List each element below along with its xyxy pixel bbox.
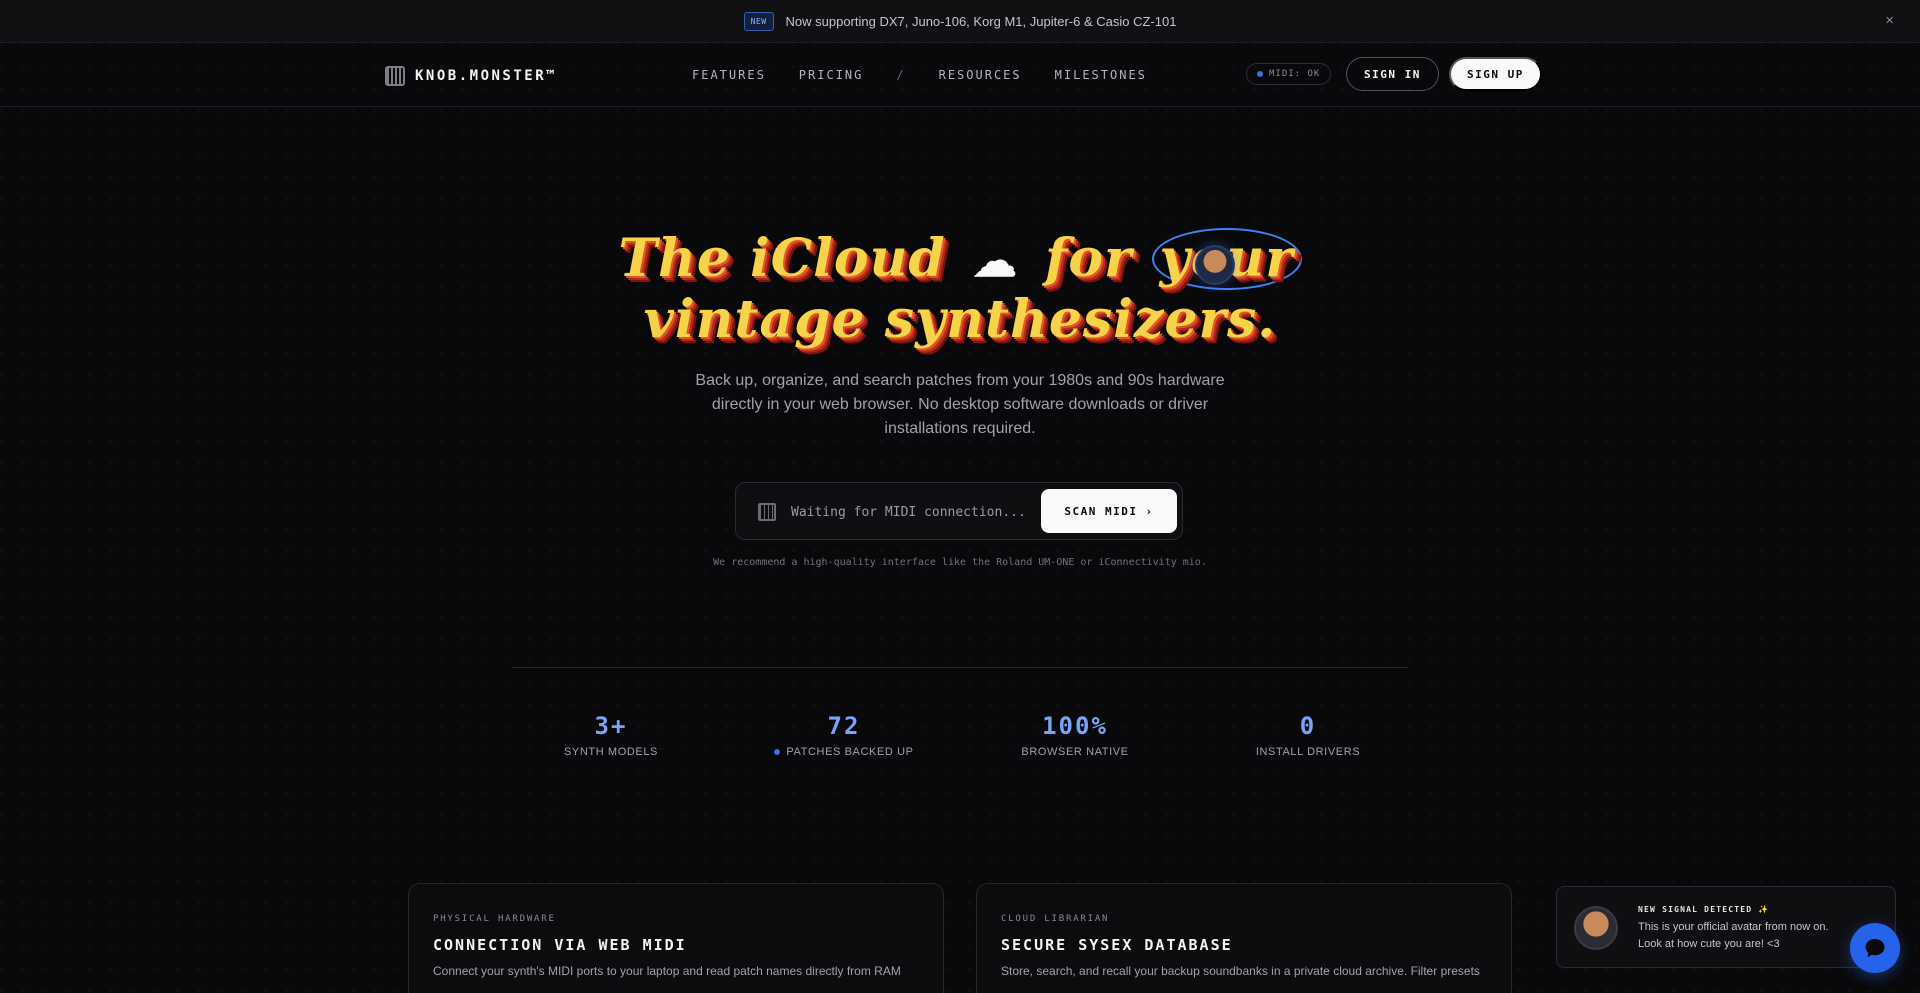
- stat-value: 72: [827, 712, 861, 740]
- stat-value: 0: [1299, 712, 1317, 740]
- avatar-toast[interactable]: NEW SIGNAL DETECTED ✨ This is your offic…: [1556, 886, 1896, 968]
- stats-row: 3+ SYNTH MODELS 72 PATCHES BACKED UP 100…: [0, 710, 1920, 770]
- midi-status-pill: MIDI: OK: [1246, 63, 1332, 85]
- scan-midi-label: SCAN MIDI: [1064, 504, 1138, 518]
- stat-label: BROWSER NATIVE: [1021, 746, 1129, 758]
- chat-button[interactable]: [1850, 923, 1900, 973]
- stat-value: 100%: [1042, 712, 1108, 740]
- card-description: Connect your synth's MIDI ports to your …: [433, 964, 901, 978]
- section-divider: [512, 667, 1408, 668]
- midi-scan-box: SCAN MIDI ›: [735, 482, 1183, 541]
- card-kicker: PHYSICAL HARDWARE: [433, 914, 556, 924]
- stat-label: SYNTH MODELS: [564, 746, 658, 758]
- stat-browser-native: 100% BROWSER NATIVE: [965, 710, 1185, 758]
- card-description: Store, search, and recall your backup so…: [1001, 964, 1480, 978]
- close-icon[interactable]: ×: [1885, 12, 1894, 29]
- toast-line: Look at how cute you are! <3: [1638, 938, 1780, 950]
- toast-title: NEW SIGNAL DETECTED ✨: [1638, 905, 1770, 914]
- nav-link-pricing[interactable]: PRICING: [799, 68, 864, 82]
- chevron-right-icon: ›: [1145, 504, 1154, 518]
- announcement-text: Now supporting DX7, Juno-106, Korg M1, J…: [785, 13, 1177, 29]
- hero-title: The iCloud ☁ for your vintage synthesize…: [0, 228, 1920, 349]
- live-dot-icon: [774, 749, 781, 755]
- avatar: [1195, 245, 1235, 285]
- feature-card-web-midi: PHYSICAL HARDWARE CONNECTION VIA WEB MID…: [408, 883, 944, 993]
- toast-line: This is your official avatar from now on…: [1638, 921, 1829, 933]
- stat-value: 3+: [594, 712, 628, 740]
- nav-links: FEATURES PRICING / RESOURCES MILESTONES: [692, 68, 1180, 82]
- nav-separator: /: [896, 68, 906, 82]
- interface-recommendation: We recommend a high-quality interface li…: [713, 557, 1207, 568]
- nav-link-resources[interactable]: RESOURCES: [939, 68, 1022, 82]
- hero-title-line-1: The iCloud ☁ for your: [0, 228, 1920, 291]
- stat-install-drivers: 0 INSTALL DRIVERS: [1198, 710, 1418, 758]
- sign-in-button[interactable]: SIGN IN: [1346, 57, 1439, 91]
- hero-title-part: for: [1044, 228, 1133, 289]
- card-title: SECURE SYSEX DATABASE: [1001, 936, 1233, 954]
- stat-label: PATCHES BACKED UP: [786, 746, 914, 758]
- nav-link-features[interactable]: FEATURES: [692, 68, 766, 82]
- nav-link-milestones[interactable]: MILESTONES: [1055, 68, 1147, 82]
- stat-patches-backed-up: 72 PATCHES BACKED UP: [734, 710, 954, 758]
- logo-text: KNOB.MONSTER™: [415, 68, 558, 84]
- scan-midi-button[interactable]: SCAN MIDI ›: [1041, 489, 1177, 533]
- synth-logo-icon: [385, 66, 405, 86]
- stat-label: INSTALL DRIVERS: [1255, 746, 1361, 758]
- sign-up-button[interactable]: SIGN UP: [1449, 57, 1542, 91]
- avatar: [1574, 906, 1618, 950]
- hero-title-part: The iCloud: [618, 228, 946, 289]
- hero-title-line-2: vintage synthesizers.: [643, 289, 1277, 350]
- piano-keys-icon: [758, 503, 776, 521]
- midi-connection-input[interactable]: [791, 483, 1041, 541]
- midi-status-text: MIDI: OK: [1269, 69, 1321, 79]
- hero-subtitle: Back up, organize, and search patches fr…: [695, 372, 1225, 437]
- top-nav: KNOB.MONSTER™ FEATURES PRICING / RESOURC…: [0, 43, 1920, 107]
- announcement-bar: NEW Now supporting DX7, Juno-106, Korg M…: [0, 0, 1920, 43]
- card-kicker: CLOUD LIBRARIAN: [1001, 914, 1110, 924]
- stat-synth-models: 3+ SYNTH MODELS: [501, 710, 721, 758]
- logo[interactable]: KNOB.MONSTER™: [385, 66, 557, 86]
- feature-card-sysex-database: CLOUD LIBRARIAN SECURE SYSEX DATABASE St…: [976, 883, 1512, 993]
- cloud-icon: ☁: [972, 236, 1018, 287]
- toast-body: This is your official avatar from now on…: [1638, 919, 1868, 953]
- status-dot-icon: [1257, 71, 1263, 77]
- card-title: CONNECTION VIA WEB MIDI: [433, 936, 687, 954]
- chat-bubble-icon: [1865, 939, 1885, 957]
- new-badge: NEW: [743, 11, 774, 31]
